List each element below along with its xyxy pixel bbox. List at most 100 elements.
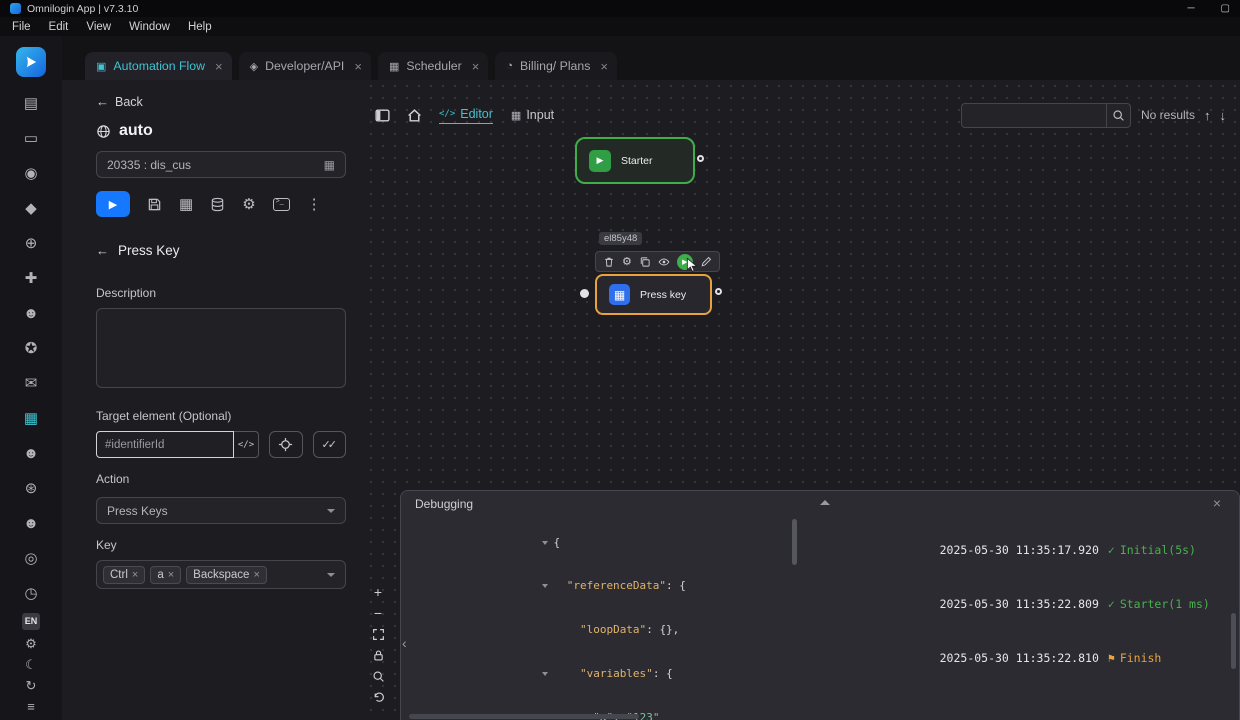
globe-icon[interactable]: ⊕: [20, 235, 42, 252]
tab-automation-flow[interactable]: ▣ Automation Flow ×: [85, 52, 232, 80]
description-textarea[interactable]: [96, 308, 346, 388]
back-button[interactable]: ← Back: [96, 94, 346, 109]
zoom-area-icon[interactable]: [372, 670, 385, 683]
expand-icon[interactable]: [541, 579, 553, 594]
key-chip[interactable]: Ctrl ×: [103, 566, 145, 584]
action-select[interactable]: Press Keys: [96, 497, 346, 524]
extensions-icon[interactable]: ✚: [20, 270, 42, 287]
starter-output-port[interactable]: [697, 155, 704, 162]
zoom-out-icon[interactable]: −: [374, 607, 382, 620]
key-chip[interactable]: a ×: [150, 566, 181, 584]
tab-close-icon[interactable]: ×: [215, 59, 223, 74]
save-icon[interactable]: [147, 197, 162, 212]
language-badge[interactable]: EN: [22, 613, 41, 630]
press-key-input-port[interactable]: [580, 289, 589, 298]
log-status-icon: ⚑: [1108, 651, 1115, 665]
run-flow-button[interactable]: ▶: [96, 191, 130, 217]
tab-developer-api[interactable]: ◈ Developer/API ×: [239, 52, 371, 80]
theme-moon-icon[interactable]: ☾: [20, 657, 42, 672]
block-back-icon[interactable]: ←: [96, 243, 109, 258]
remove-key-icon[interactable]: ×: [132, 569, 138, 581]
tab-close-icon[interactable]: ×: [600, 59, 608, 74]
menu-file[interactable]: File: [3, 20, 40, 34]
logs-icon[interactable]: ≡: [20, 699, 42, 714]
lock-icon[interactable]: [372, 649, 385, 662]
edit-node-icon[interactable]: [700, 256, 712, 268]
shield-icon[interactable]: ✪: [20, 340, 42, 357]
verify-selector-button[interactable]: ✓✓: [313, 431, 347, 458]
monitor-icon[interactable]: ▭: [20, 130, 42, 147]
automation-icon[interactable]: ▦: [20, 410, 42, 427]
mail-icon[interactable]: ✉: [20, 375, 42, 392]
duplicate-node-icon[interactable]: [639, 256, 651, 268]
json-line[interactable]: "loopData": {},: [401, 609, 801, 653]
watch-node-icon[interactable]: [658, 256, 670, 268]
maximize-icon[interactable]: ▢: [1221, 3, 1230, 14]
target-element-input[interactable]: [96, 431, 234, 458]
proxy-icon[interactable]: ⊛: [20, 480, 42, 497]
menu-window[interactable]: Window: [120, 20, 179, 34]
code-selector-button[interactable]: </>: [234, 431, 259, 458]
more-options-icon[interactable]: ⋮: [307, 195, 322, 213]
starter-node[interactable]: ▶ Starter: [575, 137, 695, 184]
users-icon[interactable]: ☻: [20, 515, 42, 532]
search-results-status: No results: [1141, 108, 1195, 122]
menu-edit[interactable]: Edit: [40, 20, 78, 34]
team-icon[interactable]: ☻: [20, 305, 42, 322]
expand-icon[interactable]: [541, 667, 553, 682]
input-view-button[interactable]: ▦ Input: [511, 108, 554, 122]
editor-view-button[interactable]: </> Editor: [439, 107, 493, 124]
remove-key-icon[interactable]: ×: [168, 569, 174, 581]
close-debug-icon[interactable]: ×: [1213, 495, 1221, 511]
notes-icon[interactable]: ▤: [20, 95, 42, 112]
canvas-search-input[interactable]: [962, 109, 1106, 121]
eye-icon[interactable]: ◎: [20, 550, 42, 567]
settings-gear-icon[interactable]: ⚙: [242, 195, 255, 213]
collapse-panel-icon[interactable]: [820, 500, 830, 505]
json-line[interactable]: "variables": {: [401, 652, 801, 696]
panel-scrollbar[interactable]: [1231, 613, 1236, 669]
sync-icon[interactable]: ↻: [20, 678, 42, 693]
json-scrollbar[interactable]: [792, 519, 797, 565]
key-chip[interactable]: Backspace ×: [186, 566, 267, 584]
tab-close-icon[interactable]: ×: [472, 59, 480, 74]
scroll-left-icon[interactable]: ‹: [402, 635, 407, 651]
settings-gear-icon[interactable]: ⚙: [20, 636, 42, 651]
node-settings-icon[interactable]: ⚙: [622, 255, 632, 268]
press-key-output-port[interactable]: [715, 288, 722, 295]
json-line[interactable]: "referenceData": {: [401, 565, 801, 609]
tab-billing-plans[interactable]: ◔ Billing/ Plans ×: [495, 52, 617, 80]
json-line[interactable]: {: [401, 521, 801, 565]
menu-view[interactable]: View: [77, 20, 120, 34]
json-hscrollbar[interactable]: [409, 714, 639, 719]
undo-icon[interactable]: [372, 691, 385, 704]
pick-element-button[interactable]: [269, 431, 303, 458]
app-logo[interactable]: [16, 47, 46, 77]
profile-select[interactable]: 20335 : dis_cus ▦: [96, 151, 346, 178]
press-key-node[interactable]: ▦ Press key: [595, 274, 712, 315]
tab-scheduler[interactable]: ▦ Scheduler ×: [378, 52, 488, 80]
delete-node-icon[interactable]: [603, 256, 615, 268]
home-icon[interactable]: [406, 107, 423, 124]
terminal-icon[interactable]: [273, 198, 290, 211]
members-icon[interactable]: ☻: [20, 445, 42, 462]
zoom-in-icon[interactable]: +: [374, 586, 382, 599]
remove-key-icon[interactable]: ×: [253, 569, 259, 581]
key-multiselect[interactable]: Ctrl × a × Backspace ×: [96, 560, 346, 589]
menu-help[interactable]: Help: [179, 20, 221, 34]
search-icon[interactable]: [1106, 104, 1130, 127]
expand-icon[interactable]: [541, 536, 553, 551]
window-title: Omnilogin App | v7.3.10: [27, 3, 138, 15]
search-prev-icon[interactable]: ↑: [1204, 108, 1211, 123]
tab-close-icon[interactable]: ×: [354, 59, 362, 74]
clock-icon[interactable]: ◷: [20, 585, 42, 602]
toggle-panel-icon[interactable]: [374, 107, 391, 124]
table-icon[interactable]: ▦: [179, 195, 193, 213]
minimize-icon[interactable]: ─: [1187, 3, 1194, 14]
database-icon[interactable]: [210, 197, 225, 212]
fit-view-icon[interactable]: [372, 628, 385, 641]
search-next-icon[interactable]: ↓: [1220, 108, 1227, 123]
flow-canvas[interactable]: </> Editor ▦ Input No results: [365, 80, 1240, 720]
tag-icon[interactable]: ◆: [20, 200, 42, 217]
api-icon[interactable]: ◉: [20, 165, 42, 182]
